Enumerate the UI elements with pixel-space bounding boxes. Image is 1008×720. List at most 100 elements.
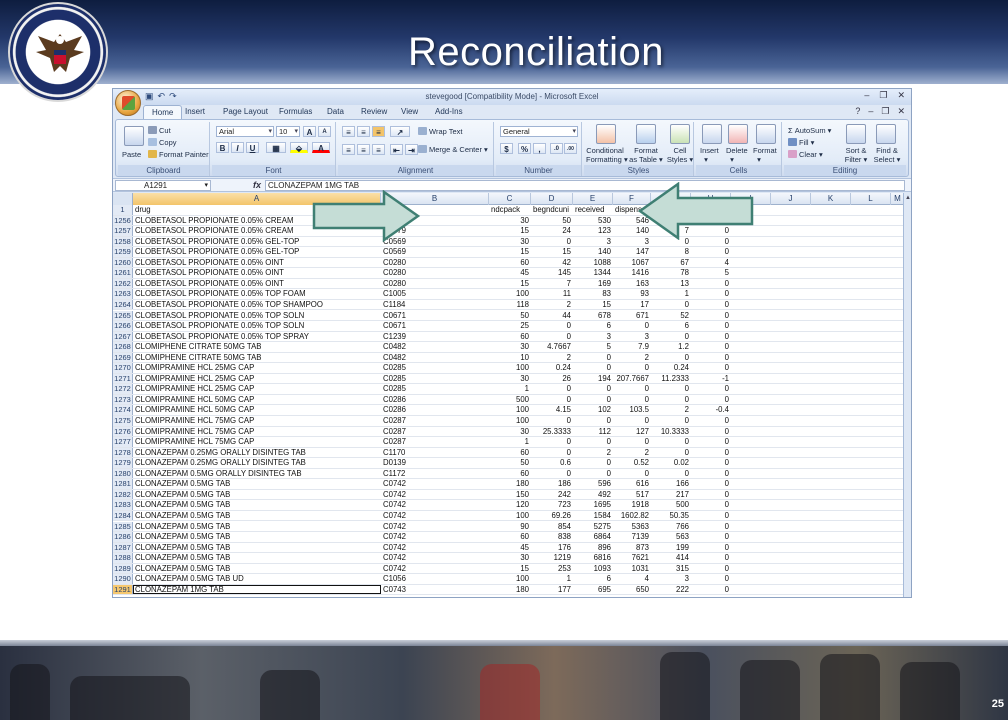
table-cell[interactable]: 0	[573, 353, 613, 363]
table-cell[interactable]: 0	[651, 416, 691, 426]
align-bottom-button[interactable]: ≡	[372, 126, 385, 137]
table-cell[interactable]: 7621	[613, 553, 651, 563]
table-cell[interactable]: CLOBETASOL PROPIONATE 0.05% TOP SPRAY	[133, 332, 381, 342]
table-cell[interactable]: 3	[613, 332, 651, 342]
row-header[interactable]: 1288	[113, 553, 133, 563]
table-cell[interactable]: 11.2333	[651, 374, 691, 384]
table-cell[interactable]: 0	[573, 469, 613, 479]
table-cell[interactable]: 100	[489, 289, 531, 299]
insert-button[interactable]: Insert ▾	[700, 146, 719, 164]
borders-button[interactable]: ▦	[266, 142, 286, 153]
table-cell[interactable]: 186	[531, 479, 573, 489]
decrease-decimal-button[interactable]: .00	[564, 143, 577, 154]
table-cell[interactable]: 180	[489, 585, 531, 595]
row-header[interactable]: 1	[113, 205, 133, 215]
table-cell[interactable]: 0	[691, 416, 731, 426]
table-cell[interactable]: 60	[489, 332, 531, 342]
clear-button[interactable]: Clear ▾	[788, 150, 823, 159]
table-cell[interactable]: 0	[651, 469, 691, 479]
table-cell[interactable]: 0	[531, 237, 573, 247]
header-cell[interactable]: received	[573, 205, 613, 215]
font-size-combo[interactable]: 10	[276, 126, 300, 137]
table-cell[interactable]: C0671	[381, 311, 489, 321]
row-header[interactable]: 1280	[113, 468, 133, 479]
worksheet-grid[interactable]: ABCDEFGHIJKLM 1drugndcpackbegndcunirecei…	[113, 193, 905, 597]
table-cell[interactable]: 838	[531, 532, 573, 542]
table-cell[interactable]: 166	[651, 479, 691, 489]
table-cell[interactable]: -1	[691, 374, 731, 384]
table-cell[interactable]: 26	[531, 374, 573, 384]
table-cell[interactable]: 24	[531, 226, 573, 236]
table-cell[interactable]: 15	[489, 226, 531, 236]
table-cell[interactable]: 414	[651, 553, 691, 563]
table-cell[interactable]: 1918	[613, 500, 651, 510]
ribbon-close-icon[interactable]: ✕	[897, 106, 905, 117]
table-cell[interactable]: C0287	[381, 437, 489, 447]
table-cell[interactable]: 0	[691, 479, 731, 489]
table-cell[interactable]: 0	[691, 427, 731, 437]
row-header[interactable]: 1287	[113, 542, 133, 553]
table-cell[interactable]: 25	[489, 321, 531, 331]
table-cell[interactable]: CLOMIPHENE CITRATE 50MG TAB	[133, 342, 381, 352]
table-cell[interactable]: CLONAZEPAM 0.5MG TAB	[133, 564, 381, 574]
currency-button[interactable]: $	[500, 143, 513, 154]
table-cell[interactable]: 0	[613, 321, 651, 331]
table-cell[interactable]: 1031	[613, 564, 651, 574]
table-cell[interactable]: CLOMIPRAMINE HCL 75MG CAP	[133, 427, 381, 437]
table-cell[interactable]: 102	[573, 405, 613, 415]
table-cell[interactable]: 596	[573, 479, 613, 489]
table-cell[interactable]: 30	[489, 374, 531, 384]
table-cell[interactable]: 1	[531, 574, 573, 584]
font-color-button[interactable]: A	[312, 142, 330, 153]
table-cell[interactable]: C0285	[381, 363, 489, 373]
table-cell[interactable]: 4.7667	[531, 342, 573, 352]
table-cell[interactable]: 8	[651, 247, 691, 257]
table-cell[interactable]: CLOBETASOL PROPIONATE 0.05% TOP SOLN	[133, 321, 381, 331]
table-cell[interactable]: 15	[531, 247, 573, 257]
italic-button[interactable]: I	[231, 142, 244, 153]
table-cell[interactable]: C0286	[381, 395, 489, 405]
table-cell[interactable]: 563	[651, 532, 691, 542]
table-cell[interactable]: 1	[489, 384, 531, 394]
table-cell[interactable]: 6	[573, 321, 613, 331]
table-cell[interactable]: 176	[531, 543, 573, 553]
table-cell[interactable]: 4	[691, 258, 731, 268]
table-cell[interactable]: 45	[489, 543, 531, 553]
table-cell[interactable]: CLOMIPRAMINE HCL 25MG CAP	[133, 384, 381, 394]
table-cell[interactable]: CLOBETASOL PROPIONATE 0.05% TOP SHAMPOO	[133, 300, 381, 310]
table-cell[interactable]: 7139	[613, 532, 651, 542]
table-cell[interactable]: CLONAZEPAM 0.5MG TAB	[133, 479, 381, 489]
header-cell[interactable]: begndcuni	[531, 205, 573, 215]
table-cell[interactable]: C0742	[381, 532, 489, 542]
table-cell[interactable]: 2	[613, 353, 651, 363]
restore-icon[interactable]: ❐	[879, 90, 887, 101]
table-cell[interactable]: 78	[651, 268, 691, 278]
row-header[interactable]: 1290	[113, 574, 133, 584]
table-cell[interactable]: C0569	[381, 247, 489, 257]
table-cell[interactable]: 0	[691, 564, 731, 574]
table-cell[interactable]: 3	[651, 574, 691, 584]
column-header-j[interactable]: J	[771, 193, 811, 205]
table-cell[interactable]: 0	[691, 384, 731, 394]
table-cell[interactable]: 517	[613, 490, 651, 500]
table-cell[interactable]: CLONAZEPAM 0.5MG TAB	[133, 532, 381, 542]
table-cell[interactable]: C1170	[381, 448, 489, 458]
table-cell[interactable]: 0.24	[531, 363, 573, 373]
row-header[interactable]: 1262	[113, 278, 133, 289]
table-cell[interactable]: 0	[531, 384, 573, 394]
copy-button[interactable]: Copy	[148, 138, 177, 147]
align-center-button[interactable]: ≡	[357, 144, 370, 155]
column-header-k[interactable]: K	[811, 193, 851, 205]
row-header[interactable]: 1272	[113, 384, 133, 394]
table-cell[interactable]: 0	[651, 300, 691, 310]
table-cell[interactable]: 140	[573, 247, 613, 257]
table-cell[interactable]: 0	[651, 332, 691, 342]
ribbon-restore-icon[interactable]: ❐	[881, 106, 889, 117]
table-cell[interactable]: 896	[573, 543, 613, 553]
table-cell[interactable]: C0287	[381, 427, 489, 437]
table-cell[interactable]: CLONAZEPAM 0.5MG TAB UD	[133, 574, 381, 584]
table-cell[interactable]: 100	[489, 574, 531, 584]
table-cell[interactable]: CLONAZEPAM 0.5MG TAB	[133, 500, 381, 510]
table-cell[interactable]: C0742	[381, 553, 489, 563]
table-cell[interactable]: 0	[651, 353, 691, 363]
